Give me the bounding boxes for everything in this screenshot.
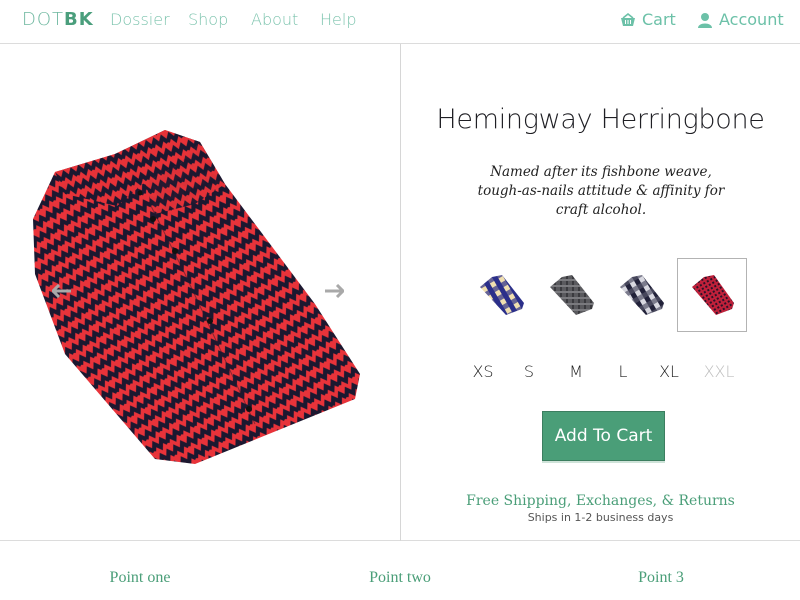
product-title: Hemingway Herringbone — [436, 104, 765, 135]
size-s[interactable]: S — [524, 362, 534, 381]
point-three: Point 3 — [638, 569, 684, 586]
cart-link[interactable]: Cart — [620, 10, 676, 29]
size-xl[interactable]: XL — [659, 362, 679, 381]
point-one: Point one — [109, 569, 171, 586]
nav-link-shop[interactable]: Shop — [188, 10, 228, 29]
size-xxl: XXL — [703, 362, 735, 381]
shirt-thumbnail — [620, 275, 664, 315]
logo-bold: BK — [64, 9, 94, 30]
nav-link-dossier[interactable]: Dossier — [110, 10, 170, 29]
product-details: Hemingway Herringbone Named after its fi… — [401, 44, 800, 541]
size-xs[interactable]: XS — [472, 362, 493, 381]
shipping-note: Ships in 1-2 business days — [527, 511, 674, 524]
swatch-blue-cream-plaid[interactable] — [467, 258, 537, 332]
point-two: Point two — [369, 569, 431, 586]
color-swatches — [467, 258, 747, 332]
arrow-left-icon[interactable] — [52, 284, 72, 298]
product-description: Named after its fishbone weave, tough-as… — [477, 164, 725, 218]
swatch-red-black-herringbone[interactable] — [677, 258, 747, 332]
top-nav: DOTBK Dossier Shop About Help Cart Accou… — [0, 0, 800, 44]
swatch-grey-flannel[interactable] — [537, 258, 607, 332]
arrow-right-icon[interactable] — [324, 284, 344, 298]
account-link[interactable]: Account — [697, 10, 784, 29]
size-selector: XS S M L XL XXL — [461, 362, 751, 384]
product-gallery — [0, 44, 400, 541]
size-l[interactable]: L — [619, 362, 628, 381]
cart-label: Cart — [642, 10, 676, 29]
size-m[interactable]: M — [569, 362, 583, 381]
logo[interactable]: DOTBK — [22, 9, 94, 30]
logo-light: DOT — [22, 9, 65, 30]
shipping-title: Free Shipping, Exchanges, & Returns — [466, 493, 735, 509]
nav-link-help[interactable]: Help — [320, 10, 356, 29]
nav-link-about[interactable]: About — [251, 10, 298, 29]
swatch-black-white-buffalo-check[interactable] — [607, 258, 677, 332]
basket-icon — [621, 12, 635, 26]
product-main: Hemingway Herringbone Named after its fi… — [0, 44, 800, 541]
shirt-thumbnail — [480, 275, 524, 315]
user-icon — [698, 12, 712, 28]
add-to-cart-button[interactable]: Add To Cart — [542, 411, 665, 461]
account-label: Account — [719, 10, 784, 29]
feature-points: Point one Point two Point 3 — [0, 542, 800, 600]
shirt-thumbnail — [692, 275, 734, 315]
shirt-thumbnail — [550, 275, 594, 315]
